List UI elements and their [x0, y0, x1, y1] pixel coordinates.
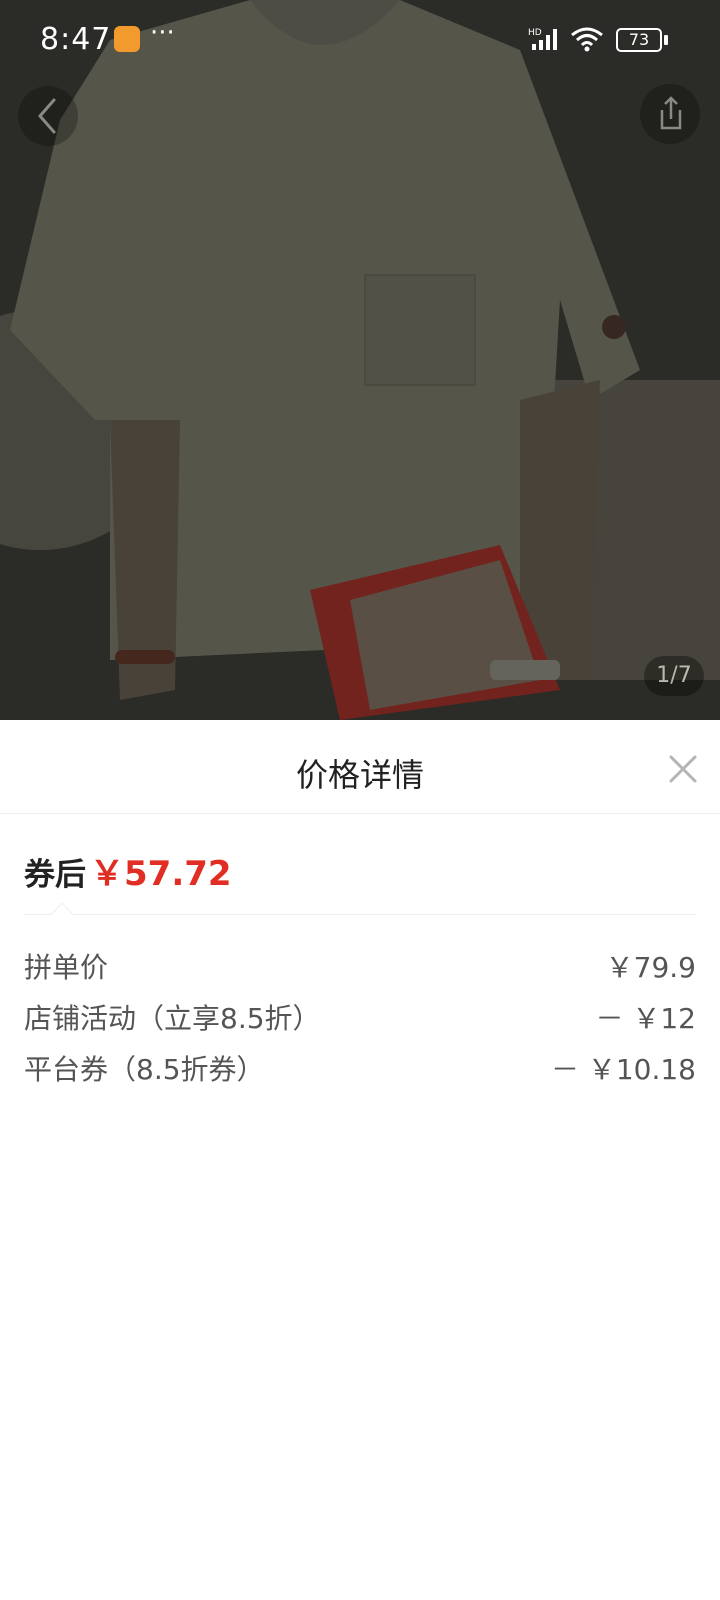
- price-line-label: 平台券（8.5折券）: [24, 1052, 265, 1086]
- final-price-value: ￥57.72: [90, 854, 232, 894]
- close-icon: [669, 755, 697, 783]
- network-label: HD: [528, 28, 542, 38]
- price-line-value: － ￥12: [595, 1001, 696, 1035]
- back-icon: [38, 98, 56, 134]
- sheet-header: 价格详情: [0, 720, 720, 814]
- price-details-sheet: 价格详情 券后 ￥57.72 拼单价 ￥79.9 店铺活动（立享8.5折） － …: [0, 720, 720, 1600]
- close-button[interactable]: [668, 754, 698, 784]
- price-line-value: － ￥10.18: [550, 1052, 696, 1086]
- final-price-row: 券后 ￥57.72: [24, 846, 232, 894]
- share-icon: [660, 96, 682, 130]
- price-line-platform-coupon: 平台券（8.5折券） － ￥10.18: [24, 1042, 696, 1093]
- app-notification-icon: [114, 26, 140, 52]
- battery-cap: [664, 35, 668, 45]
- status-time: 8:47: [40, 22, 112, 57]
- battery-icon: 73: [616, 28, 662, 52]
- price-line-group-price: 拼单价 ￥79.9: [24, 940, 696, 991]
- share-button[interactable]: [640, 84, 700, 144]
- sheet-title: 价格详情: [295, 756, 424, 794]
- price-line-value: ￥79.9: [605, 950, 696, 984]
- final-price-label: 券后: [24, 857, 86, 893]
- gallery-page-indicator: 1/7: [644, 656, 704, 696]
- signal-icon: HD: [528, 28, 557, 50]
- price-breakdown: 拼单价 ￥79.9 店铺活动（立享8.5折） － ￥12 平台券（8.5折券） …: [24, 940, 696, 1093]
- divider-pointer: [50, 902, 74, 926]
- divider: [24, 914, 696, 915]
- product-image[interactable]: [0, 0, 720, 720]
- more-notifications-icon: ···: [150, 18, 175, 48]
- price-line-label: 拼单价: [24, 950, 109, 984]
- modal-overlay[interactable]: [0, 0, 720, 720]
- back-button[interactable]: [18, 86, 78, 146]
- status-bar: 8:47 ··· HD 73: [0, 0, 720, 80]
- wifi-icon: [571, 27, 603, 52]
- price-line-store-promo: 店铺活动（立享8.5折） － ￥12: [24, 991, 696, 1042]
- price-line-label: 店铺活动（立享8.5折）: [24, 1001, 321, 1035]
